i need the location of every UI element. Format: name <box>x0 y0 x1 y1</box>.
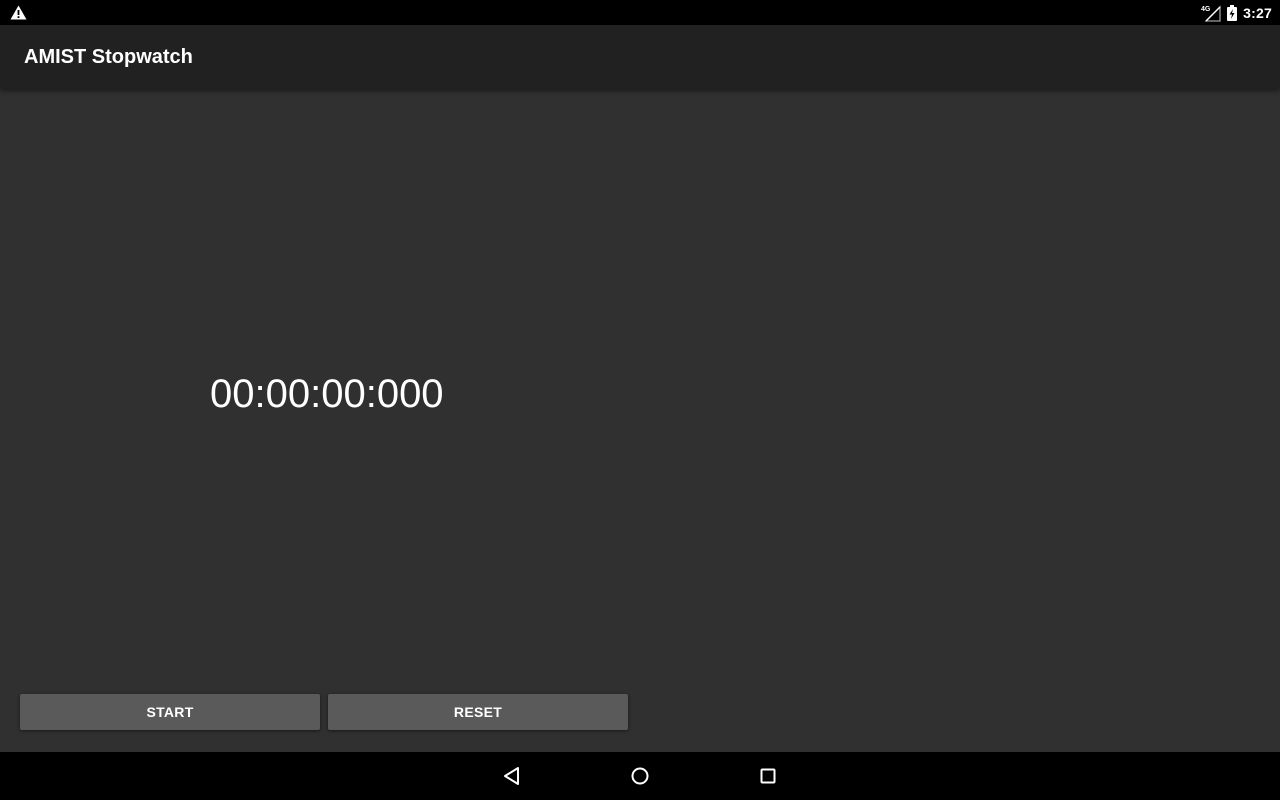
battery-charging-icon <box>1227 4 1238 21</box>
nav-home-button[interactable] <box>616 752 664 800</box>
app-bar: AMIST Stopwatch <box>0 25 1280 89</box>
start-button-label: START <box>146 704 194 720</box>
stopwatch-display: 00:00:00:000 <box>210 372 444 416</box>
nav-recents-button[interactable] <box>744 752 792 800</box>
cell-signal-icon: 4G <box>1201 4 1221 22</box>
home-icon <box>631 767 649 785</box>
reset-button-label: RESET <box>453 704 503 720</box>
network-type-label: 4G <box>1201 6 1211 13</box>
screen: 4G 3:27 AMIST Stopwatch 00:00:00:000 STA… <box>0 0 1280 800</box>
status-bar: 4G 3:27 <box>0 0 1280 25</box>
recents-icon <box>760 768 776 784</box>
nav-back-button[interactable] <box>488 752 536 800</box>
status-icons: 4G 3:27 <box>1201 0 1272 25</box>
start-button[interactable]: START <box>20 694 320 730</box>
navigation-bar <box>0 752 1280 800</box>
back-icon <box>504 767 519 785</box>
reset-button[interactable]: RESET <box>328 694 628 730</box>
stopwatch-content: 00:00:00:000 START RESET <box>0 89 1280 752</box>
app-title: AMIST Stopwatch <box>24 46 193 68</box>
status-clock: 3:27 <box>1243 4 1272 21</box>
warning-icon <box>10 5 27 20</box>
